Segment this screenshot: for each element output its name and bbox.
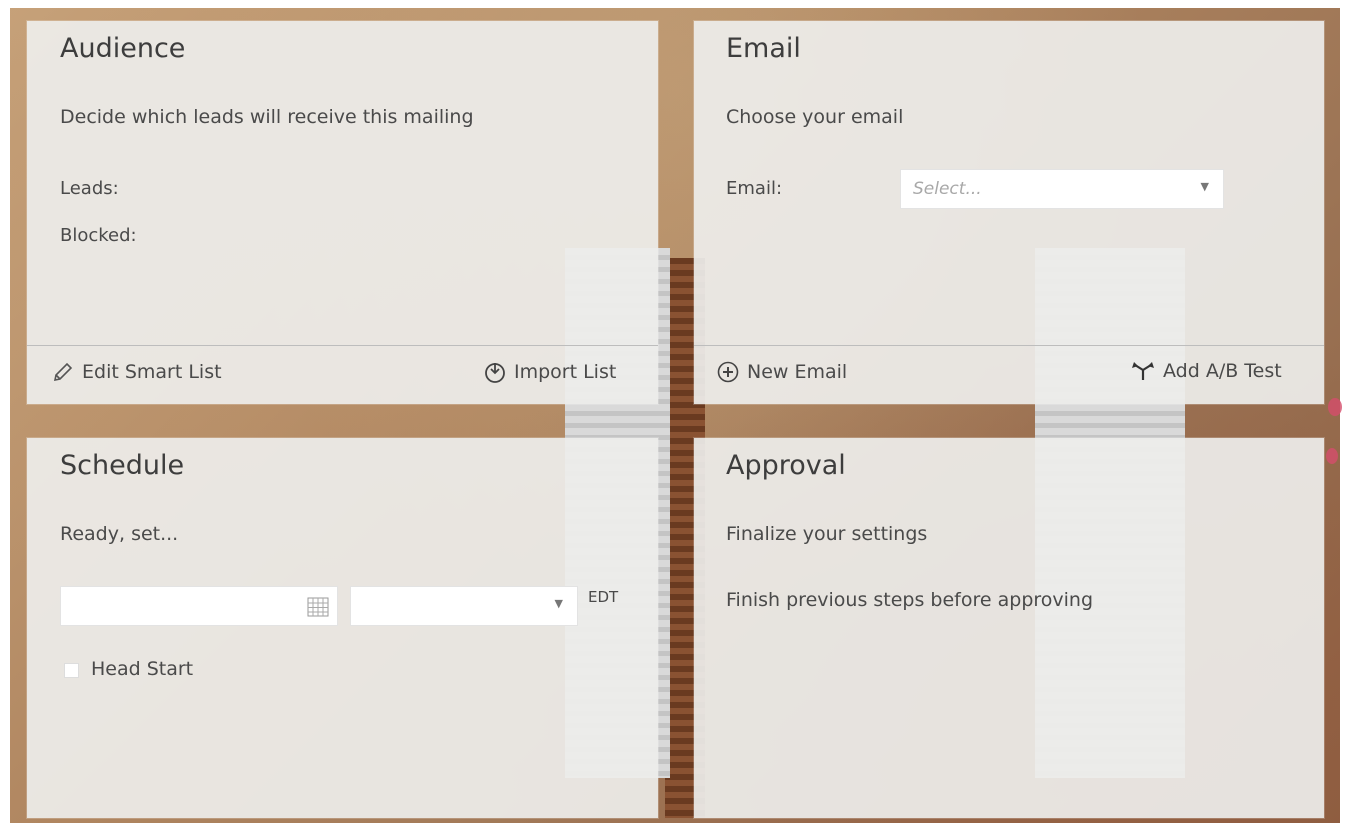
email-select-placeholder: Select... <box>913 179 982 199</box>
chevron-down-icon: ▼ <box>1200 180 1209 193</box>
time-select[interactable]: ▼ <box>350 586 578 626</box>
background-flower <box>1328 398 1342 416</box>
email-select[interactable]: Select... ▼ <box>900 169 1224 209</box>
schedule-panel: Schedule Ready, set... ▼ EDT Head Start <box>27 438 658 818</box>
add-ab-test-label: Add A/B Test <box>1163 360 1282 382</box>
head-start-label: Head Start <box>91 658 194 680</box>
import-icon <box>483 360 507 384</box>
approval-title: Approval <box>726 450 846 481</box>
date-input[interactable] <box>60 586 338 626</box>
email-title: Email <box>726 33 801 64</box>
chevron-down-icon: ▼ <box>554 597 563 610</box>
import-list-label: Import List <box>514 361 617 383</box>
email-footer: New Email Add A/B Test <box>694 345 1324 404</box>
blocked-label: Blocked: <box>60 225 137 246</box>
timezone-label: EDT <box>588 588 619 606</box>
audience-title: Audience <box>60 33 186 64</box>
leads-label: Leads: <box>60 178 119 199</box>
import-list-button[interactable]: Import List <box>483 360 616 384</box>
approval-message: Finish previous steps before approving <box>726 589 1094 611</box>
schedule-subtitle: Ready, set... <box>60 523 179 545</box>
audience-subtitle: Decide which leads will receive this mai… <box>60 106 474 128</box>
email-subtitle: Choose your email <box>726 106 904 128</box>
email-panel: Email Choose your email Email: Select...… <box>694 21 1324 404</box>
split-arrows-icon <box>1130 360 1156 382</box>
add-ab-test-button[interactable]: Add A/B Test <box>1130 360 1282 382</box>
approval-subtitle: Finalize your settings <box>726 523 928 545</box>
plus-circle-icon <box>716 360 740 384</box>
head-start-checkbox[interactable] <box>64 663 79 678</box>
new-email-button[interactable]: New Email <box>716 360 847 384</box>
edit-smart-list-button[interactable]: Edit Smart List <box>51 360 222 384</box>
audience-panel: Audience Decide which leads will receive… <box>27 21 658 404</box>
background-flower <box>1326 448 1338 464</box>
pencil-icon <box>51 360 75 384</box>
audience-footer: Edit Smart List Import List <box>27 345 658 404</box>
edit-smart-list-label: Edit Smart List <box>82 361 222 383</box>
schedule-title: Schedule <box>60 450 185 481</box>
email-field-label: Email: <box>726 178 783 199</box>
approval-panel: Approval Finalize your settings Finish p… <box>694 438 1324 818</box>
calendar-icon[interactable] <box>307 597 329 617</box>
new-email-label: New Email <box>747 361 848 383</box>
